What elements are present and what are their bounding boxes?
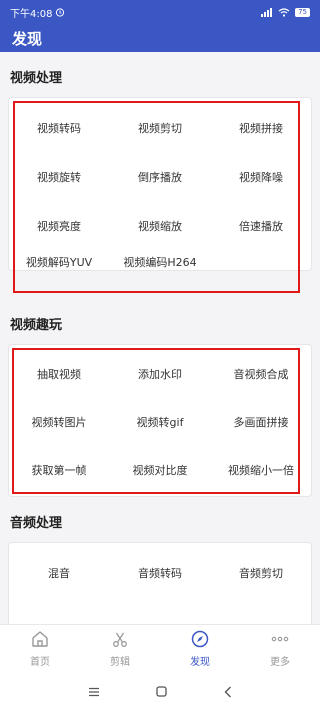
section-title-video-fun: 视频趣玩 bbox=[10, 318, 63, 333]
app-bar: 发现 bbox=[0, 24, 320, 52]
nav-item-more[interactable]: 更多 bbox=[240, 625, 320, 672]
status-bar: 下午4:08 75 bbox=[0, 0, 320, 24]
compass-icon bbox=[191, 630, 209, 648]
nav-label-home: 首页 bbox=[30, 657, 50, 668]
audio-cut-button[interactable]: 音频剪切 bbox=[239, 565, 283, 581]
back-icon[interactable] bbox=[224, 686, 232, 698]
nav-item-discover[interactable]: 发现 bbox=[160, 625, 240, 672]
home-icon bbox=[32, 631, 48, 647]
alarm-icon bbox=[56, 8, 65, 17]
discover-content[interactable]: 视频处理 视频转码 视频剪切 视频拼接 视频旋转 倒序播放 视频降噪 视频亮度 … bbox=[0, 52, 320, 624]
battery-indicator: 75 bbox=[295, 7, 310, 17]
more-dots-icon bbox=[271, 636, 289, 642]
section-title-video-processing: 视频处理 bbox=[10, 71, 63, 86]
scissors-icon bbox=[113, 632, 127, 647]
status-time: 下午4:08 bbox=[10, 8, 53, 20]
nav-label-more: 更多 bbox=[270, 657, 290, 668]
wifi-icon bbox=[278, 7, 290, 17]
page-title: 发现 bbox=[12, 29, 43, 48]
audio-processing-card: 混音 音频转码 音频剪切 bbox=[8, 542, 312, 624]
section-title-audio-processing: 音频处理 bbox=[10, 516, 63, 531]
bottom-nav: 首页 剪辑 发现 更多 bbox=[0, 624, 320, 672]
highlight-box-video-fun bbox=[12, 348, 300, 494]
signal-icon bbox=[261, 7, 273, 17]
nav-item-home[interactable]: 首页 bbox=[0, 625, 80, 672]
home-square-icon[interactable] bbox=[156, 686, 168, 697]
status-indicators: 75 bbox=[261, 7, 310, 17]
audio-transcode-button[interactable]: 音频转码 bbox=[138, 565, 182, 581]
nav-label-discover: 发现 bbox=[190, 657, 210, 668]
nav-label-edit: 剪辑 bbox=[110, 657, 130, 668]
system-nav-bar bbox=[0, 672, 320, 711]
menu-icon[interactable] bbox=[88, 687, 100, 697]
audio-mix-button[interactable]: 混音 bbox=[48, 565, 70, 581]
highlight-box-video-processing bbox=[13, 101, 300, 293]
nav-item-edit[interactable]: 剪辑 bbox=[80, 625, 160, 672]
status-time-group: 下午4:08 bbox=[10, 5, 65, 20]
